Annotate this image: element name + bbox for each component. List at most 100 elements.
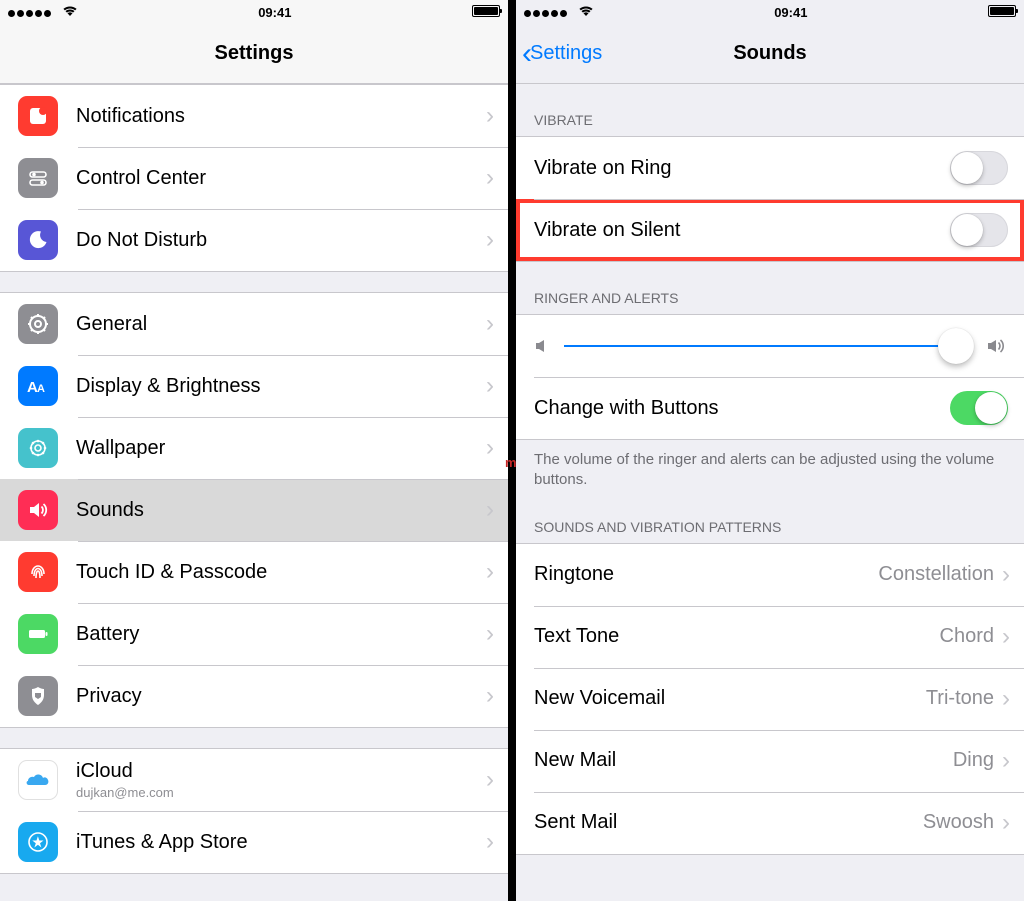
row-wallpaper[interactable]: Wallpaper › — [0, 417, 508, 479]
fingerprint-icon — [18, 552, 58, 592]
row-label: General — [76, 313, 147, 336]
nav-bar: ‹ Settings Sounds — [516, 24, 1024, 84]
wifi-icon — [578, 5, 594, 17]
battery-indicator — [988, 5, 1016, 20]
gear-icon — [18, 304, 58, 344]
chevron-right-icon: › — [486, 682, 494, 710]
row-value: Constellation — [878, 563, 994, 586]
chevron-right-icon: › — [486, 766, 494, 794]
row-label: iTunes & App Store — [76, 831, 248, 854]
row-display-brightness[interactable]: AA Display & Brightness › — [0, 355, 508, 417]
row-value: Tri-tone — [926, 687, 994, 710]
row-volume-slider[interactable] — [516, 315, 1024, 377]
battery-indicator — [472, 5, 500, 20]
screen-divider — [508, 0, 516, 901]
row-general[interactable]: General › — [0, 293, 508, 355]
chevron-right-icon: › — [486, 102, 494, 130]
chevron-right-icon: › — [486, 828, 494, 856]
back-button[interactable]: ‹ Settings — [522, 24, 602, 83]
row-sounds[interactable]: Sounds › — [0, 479, 508, 541]
section-header-ringer: RINGER AND ALERTS — [516, 262, 1024, 314]
row-label: Text Tone — [534, 625, 619, 648]
row-change-with-buttons[interactable]: Change with Buttons — [516, 377, 1024, 439]
row-label: Vibrate on Ring — [534, 157, 672, 180]
row-icloud[interactable]: iCloud dujkan@me.com › — [0, 749, 508, 811]
battery-icon — [18, 614, 58, 654]
row-text-tone[interactable]: Text Tone Chord › — [516, 606, 1024, 668]
chevron-right-icon: › — [486, 620, 494, 648]
toggle-change-with-buttons[interactable] — [950, 391, 1008, 425]
settings-group-2: General › AA Display & Brightness › Wall… — [0, 292, 508, 728]
nav-bar: Settings — [0, 24, 508, 84]
row-subtitle: dujkan@me.com — [76, 785, 174, 800]
moon-icon — [18, 220, 58, 260]
row-ringtone[interactable]: Ringtone Constellation › — [516, 544, 1024, 606]
row-battery[interactable]: Battery › — [0, 603, 508, 665]
status-time: 09:41 — [258, 5, 291, 20]
row-label: Wallpaper — [76, 437, 165, 460]
icloud-icon — [18, 760, 58, 800]
row-value: Swoosh — [923, 811, 994, 834]
wifi-icon — [62, 5, 78, 17]
chevron-right-icon: › — [486, 164, 494, 192]
row-label: Battery — [76, 623, 139, 646]
ringer-group: Change with Buttons — [516, 314, 1024, 440]
signal-indicator — [8, 5, 78, 20]
row-notifications[interactable]: Notifications › — [0, 85, 508, 147]
signal-indicator — [524, 5, 594, 20]
section-header-patterns: SOUNDS AND VIBRATION PATTERNS — [516, 491, 1024, 543]
row-do-not-disturb[interactable]: Do Not Disturb › — [0, 209, 508, 271]
chevron-right-icon: › — [1002, 747, 1010, 775]
chevron-right-icon: › — [1002, 809, 1010, 837]
row-itunes[interactable]: iTunes & App Store › — [0, 811, 508, 873]
control-center-icon — [18, 158, 58, 198]
row-new-voicemail[interactable]: New Voicemail Tri-tone › — [516, 668, 1024, 730]
sounds-screen: 09:41 ‹ Settings Sounds VIBRATE Vibrate … — [516, 0, 1024, 901]
patterns-group: Ringtone Constellation › Text Tone Chord… — [516, 543, 1024, 855]
vibrate-group: Vibrate on Ring Vibrate on Silent — [516, 136, 1024, 262]
row-label: Notifications — [76, 105, 185, 128]
speaker-low-icon — [534, 337, 552, 355]
row-new-mail[interactable]: New Mail Ding › — [516, 730, 1024, 792]
notifications-icon — [18, 96, 58, 136]
volume-slider[interactable] — [564, 345, 954, 347]
chevron-right-icon: › — [486, 496, 494, 524]
row-label: Privacy — [76, 685, 142, 708]
row-label: Display & Brightness — [76, 375, 261, 398]
status-bar: 09:41 — [0, 0, 508, 24]
settings-group-3: iCloud dujkan@me.com › iTunes & App Stor… — [0, 748, 508, 874]
display-icon: AA — [18, 366, 58, 406]
speaker-high-icon — [986, 337, 1008, 355]
wallpaper-icon — [18, 428, 58, 468]
status-bar: 09:41 — [516, 0, 1024, 24]
row-label: Do Not Disturb — [76, 229, 207, 252]
chevron-right-icon: › — [486, 226, 494, 254]
toggle-vibrate-silent[interactable] — [950, 213, 1008, 247]
row-control-center[interactable]: Control Center › — [0, 147, 508, 209]
row-label: Change with Buttons — [534, 397, 719, 420]
chevron-right-icon: › — [1002, 685, 1010, 713]
chevron-right-icon: › — [486, 372, 494, 400]
settings-group-1: Notifications › Control Center › Do Not … — [0, 84, 508, 272]
section-header-vibrate: VIBRATE — [516, 84, 1024, 136]
page-title: Settings — [215, 42, 294, 65]
row-label: Vibrate on Silent — [534, 219, 680, 242]
row-sent-mail[interactable]: Sent Mail Swoosh › — [516, 792, 1024, 854]
chevron-right-icon: › — [486, 434, 494, 462]
row-privacy[interactable]: Privacy › — [0, 665, 508, 727]
chevron-right-icon: › — [486, 558, 494, 586]
row-vibrate-silent[interactable]: Vibrate on Silent — [516, 199, 1024, 261]
row-vibrate-ring[interactable]: Vibrate on Ring — [516, 137, 1024, 199]
settings-screen: 09:41 Settings Notifications › Control C… — [0, 0, 508, 901]
row-label: Touch ID & Passcode — [76, 561, 267, 584]
privacy-icon — [18, 676, 58, 716]
row-touchid[interactable]: Touch ID & Passcode › — [0, 541, 508, 603]
svg-text:A: A — [37, 383, 45, 395]
row-label: iCloud — [76, 760, 174, 783]
row-label: New Voicemail — [534, 687, 665, 710]
toggle-vibrate-ring[interactable] — [950, 151, 1008, 185]
chevron-right-icon: › — [1002, 623, 1010, 651]
row-value: Ding — [953, 749, 994, 772]
row-label: Ringtone — [534, 563, 614, 586]
row-label: Control Center — [76, 167, 206, 190]
